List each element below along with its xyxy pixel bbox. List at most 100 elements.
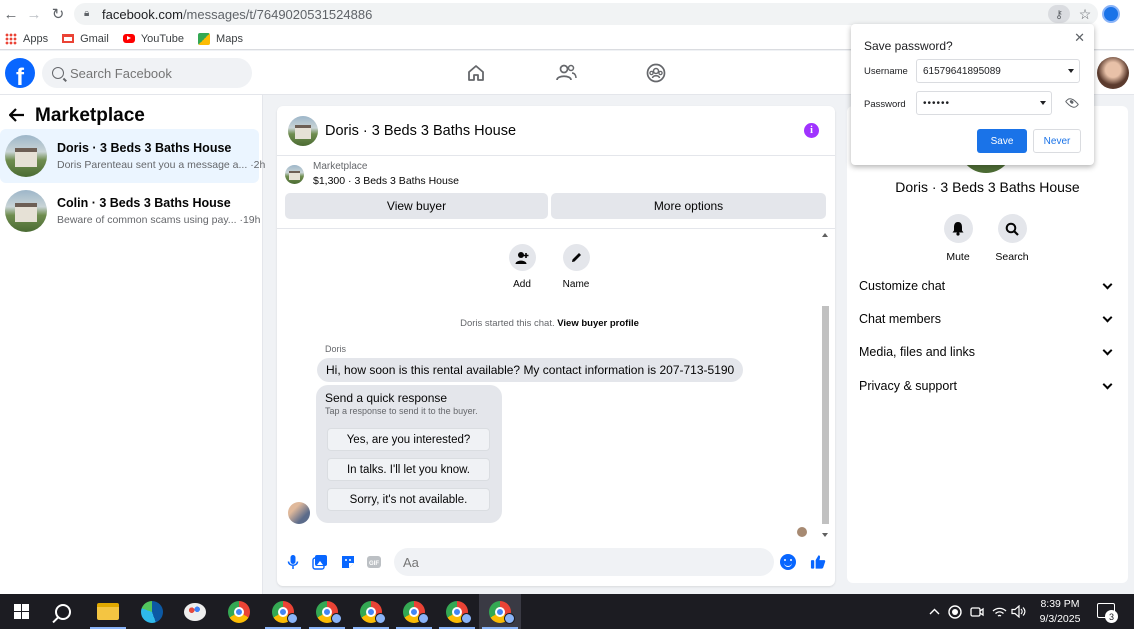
chat-header: Doris · 3 Beds 3 Baths House i — [277, 106, 835, 156]
chat-avatar[interactable] — [288, 115, 318, 146]
star-icon[interactable]: ☆ — [1076, 5, 1094, 23]
divider — [277, 228, 835, 229]
chat-members-section[interactable]: Chat members — [859, 308, 1115, 330]
chrome-profile-window[interactable] — [436, 594, 478, 629]
record-icon[interactable] — [947, 594, 963, 629]
windows-logo-icon — [13, 604, 29, 619]
quick-response-card: Send a quick response Tap a response to … — [316, 385, 502, 523]
chevron-down-icon[interactable] — [1068, 69, 1074, 73]
groups-icon[interactable] — [644, 61, 668, 85]
paint-app[interactable] — [174, 594, 216, 629]
scroll-down-icon[interactable] — [822, 533, 828, 537]
quick-response-option[interactable]: Yes, are you interested? — [327, 428, 490, 451]
profile-avatar[interactable] — [1097, 57, 1129, 89]
message-input[interactable] — [394, 548, 774, 576]
scroll-up-icon[interactable] — [822, 233, 828, 237]
bookmark-maps[interactable]: Maps — [198, 32, 243, 45]
photo-icon[interactable] — [312, 554, 328, 570]
start-button[interactable] — [0, 594, 42, 629]
friends-icon[interactable] — [554, 61, 578, 85]
chat-scrollbar[interactable] — [820, 230, 831, 540]
reload-icon[interactable]: ↻ — [47, 3, 69, 25]
edge-app[interactable] — [131, 594, 173, 629]
apps-grid-icon — [5, 32, 17, 45]
save-button[interactable]: Save — [977, 129, 1027, 153]
extension-icon[interactable] — [1102, 5, 1120, 23]
view-buyer-button[interactable]: View buyer — [285, 193, 548, 219]
password-field[interactable]: •••••• — [916, 91, 1052, 115]
bookmark-gmail[interactable]: Gmail — [62, 33, 109, 45]
svg-text:GIF: GIF — [369, 561, 379, 567]
forward-arrow-icon[interactable]: → — [23, 3, 45, 25]
quick-response-option[interactable]: Sorry, it's not available. — [327, 488, 490, 511]
sender-avatar[interactable] — [288, 502, 310, 524]
eye-icon[interactable] — [1064, 95, 1080, 111]
bookmark-apps[interactable]: Apps — [5, 32, 48, 45]
facebook-search[interactable] — [42, 58, 252, 88]
scroll-thumb[interactable] — [822, 306, 829, 524]
more-options-button[interactable]: More options — [551, 193, 826, 219]
dialog-title: Save password? — [864, 39, 953, 53]
chrome-profile-window[interactable] — [350, 594, 392, 629]
chrome-profile-window[interactable] — [262, 594, 304, 629]
chrome-app[interactable] — [218, 594, 260, 629]
back-arrow-icon[interactable]: ← — [0, 3, 22, 25]
listing-summary[interactable]: Marketplace $1,300 · 3 Beds 3 Baths Hous… — [285, 161, 459, 187]
facebook-logo[interactable]: f — [5, 58, 35, 88]
bell-icon — [943, 214, 973, 243]
chevron-down-icon — [1102, 345, 1113, 355]
url-path: /messages/t/7649020531524886 — [182, 6, 373, 22]
profile-badge-icon — [287, 613, 298, 624]
conversation-item[interactable]: Colin · 3 Beds 3 Baths House Beware of c… — [0, 184, 260, 238]
sticker-icon[interactable] — [340, 554, 356, 570]
info-icon[interactable]: i — [804, 123, 819, 138]
sender-name: Doris — [325, 344, 347, 354]
chrome-profile-window-active[interactable] — [479, 594, 521, 629]
chrome-profile-window[interactable] — [393, 594, 435, 629]
chevron-down-icon — [1102, 379, 1113, 389]
chevron-up-icon[interactable] — [927, 594, 941, 629]
emoji-icon[interactable] — [780, 554, 796, 570]
thumbs-up-icon[interactable] — [810, 554, 826, 570]
search-chat-button[interactable]: Search — [982, 214, 1042, 263]
message-bubble[interactable]: Hi, how soon is this rental available? M… — [317, 358, 744, 382]
file-explorer-app[interactable] — [87, 594, 129, 629]
meet-icon[interactable] — [969, 594, 985, 629]
chevron-down-icon[interactable] — [1040, 101, 1046, 105]
profile-badge-icon — [331, 613, 342, 624]
view-buyer-profile-link[interactable]: View buyer profile — [557, 318, 639, 329]
conversation-item[interactable]: Doris · 3 Beds 3 Baths House Doris Paren… — [0, 129, 265, 183]
mute-button[interactable]: Mute — [928, 214, 988, 263]
media-files-links-section[interactable]: Media, files and links — [859, 341, 1115, 363]
chat-details-title: Doris · 3 Beds 3 Baths House — [895, 179, 1080, 195]
microphone-icon[interactable] — [285, 554, 301, 570]
name-action[interactable]: Name — [554, 244, 598, 290]
privacy-support-section[interactable]: Privacy & support — [859, 375, 1115, 397]
home-icon[interactable] — [464, 61, 488, 85]
gif-icon[interactable]: GIF — [366, 554, 382, 570]
clock-date: 9/3/2025 — [1039, 613, 1081, 625]
taskbar-search[interactable] — [42, 594, 84, 629]
system-clock[interactable]: 8:39 PM 9/3/2025 — [1029, 597, 1091, 627]
add-action[interactable]: Add — [500, 244, 544, 290]
never-button[interactable]: Never — [1033, 129, 1081, 153]
address-bar[interactable]: 🔒︎ facebook.com/messages/t/7649020531524… — [74, 3, 1098, 25]
listing-thumbnail — [5, 135, 47, 177]
wifi-icon[interactable] — [991, 594, 1007, 629]
search-input[interactable] — [70, 65, 240, 81]
back-arrow-icon[interactable] — [8, 106, 25, 127]
chevron-down-icon — [1102, 312, 1113, 322]
volume-icon[interactable] — [1010, 594, 1027, 629]
customize-chat-section[interactable]: Customize chat — [859, 275, 1115, 297]
close-icon[interactable]: ✕ — [1074, 30, 1085, 46]
add-label: Add — [513, 279, 531, 290]
key-icon[interactable]: ⚷ — [1048, 5, 1070, 23]
username-field[interactable]: 61579641895089 — [916, 59, 1080, 83]
profile-badge-icon — [504, 613, 515, 624]
quick-response-option[interactable]: In talks. I'll let you know. — [327, 458, 490, 481]
chrome-profile-window[interactable] — [306, 594, 348, 629]
chevron-down-icon — [1102, 279, 1113, 289]
conversation-title: Colin · 3 Beds 3 Baths House — [57, 196, 231, 210]
chat-title[interactable]: Doris · 3 Beds 3 Baths House — [325, 123, 516, 139]
bookmark-youtube[interactable]: YouTube — [122, 33, 184, 45]
